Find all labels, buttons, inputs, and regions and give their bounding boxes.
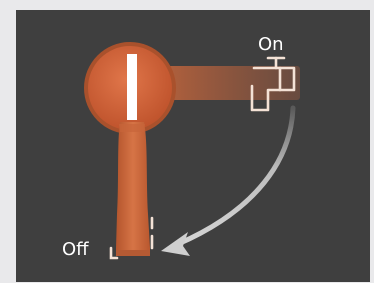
valve-knob [84,42,176,134]
on-label: On [258,34,284,55]
valve-diagram-panel: On Off [16,10,370,282]
curved-arrow-icon [161,105,296,256]
knob-indicator-slot [127,54,137,120]
valve-handle [116,122,150,256]
off-label: Off [62,239,89,260]
